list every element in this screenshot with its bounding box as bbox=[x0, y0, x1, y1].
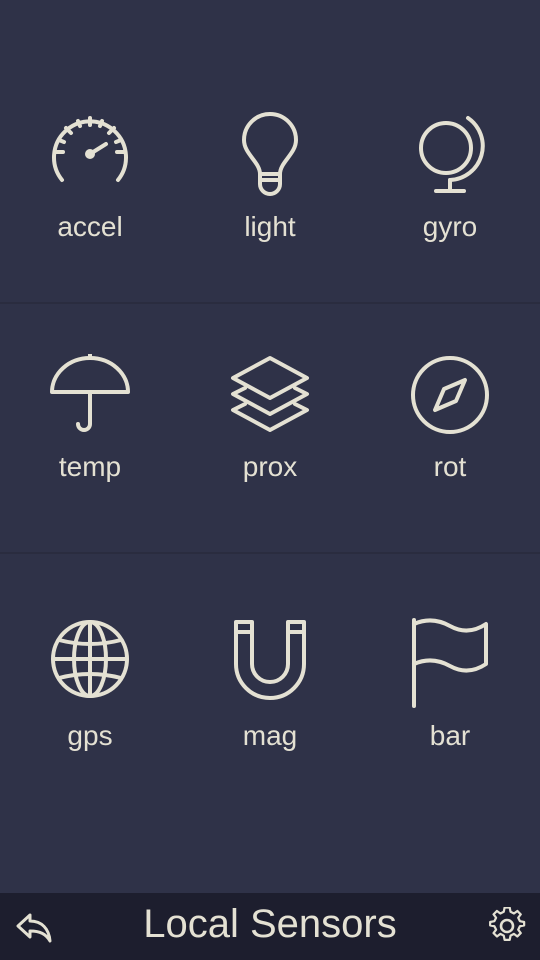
lightbulb-icon bbox=[242, 112, 298, 196]
sensor-tile-light[interactable]: light bbox=[180, 0, 360, 302]
sensor-label: prox bbox=[242, 451, 298, 482]
speedometer-icon bbox=[52, 116, 128, 182]
sensor-label: bar bbox=[429, 720, 471, 751]
sensor-label: gyro bbox=[422, 211, 478, 242]
sensor-row-2: temp prox rot bbox=[0, 304, 540, 552]
sensor-label: rot bbox=[433, 451, 467, 482]
sensor-row-3: gps mag bar bbox=[0, 554, 540, 893]
compass-icon bbox=[411, 356, 489, 434]
sensor-grid: accel light gyro temp prox rot gps mag b… bbox=[0, 0, 540, 893]
sensor-tile-prox[interactable]: prox bbox=[180, 304, 360, 552]
globe-stand-icon bbox=[419, 116, 485, 193]
sensor-tile-bar[interactable]: bar bbox=[360, 554, 540, 893]
sensor-tile-temp[interactable]: temp bbox=[0, 304, 180, 552]
globe-icon bbox=[51, 620, 129, 698]
page-title: Local Sensors bbox=[143, 902, 397, 946]
umbrella-icon bbox=[50, 354, 130, 432]
sensor-label: temp bbox=[58, 451, 122, 482]
sensor-row-1: accel light gyro bbox=[0, 0, 540, 302]
sensor-label: accel bbox=[57, 211, 123, 242]
sensor-tile-rot[interactable]: rot bbox=[360, 304, 540, 552]
sensor-label: light bbox=[244, 211, 296, 242]
flag-icon bbox=[412, 618, 488, 708]
sensor-label: mag bbox=[242, 720, 298, 751]
sensor-tile-mag[interactable]: mag bbox=[180, 554, 360, 893]
sensor-label: gps bbox=[67, 720, 113, 751]
layers-icon bbox=[231, 356, 309, 432]
sensor-tile-gyro[interactable]: gyro bbox=[360, 0, 540, 302]
gear-icon[interactable] bbox=[488, 907, 526, 945]
bottom-bar: Local Sensors bbox=[0, 893, 540, 960]
sensor-tile-accel[interactable]: accel bbox=[0, 0, 180, 302]
magnet-icon bbox=[234, 620, 306, 700]
sensor-tile-gps[interactable]: gps bbox=[0, 554, 180, 893]
